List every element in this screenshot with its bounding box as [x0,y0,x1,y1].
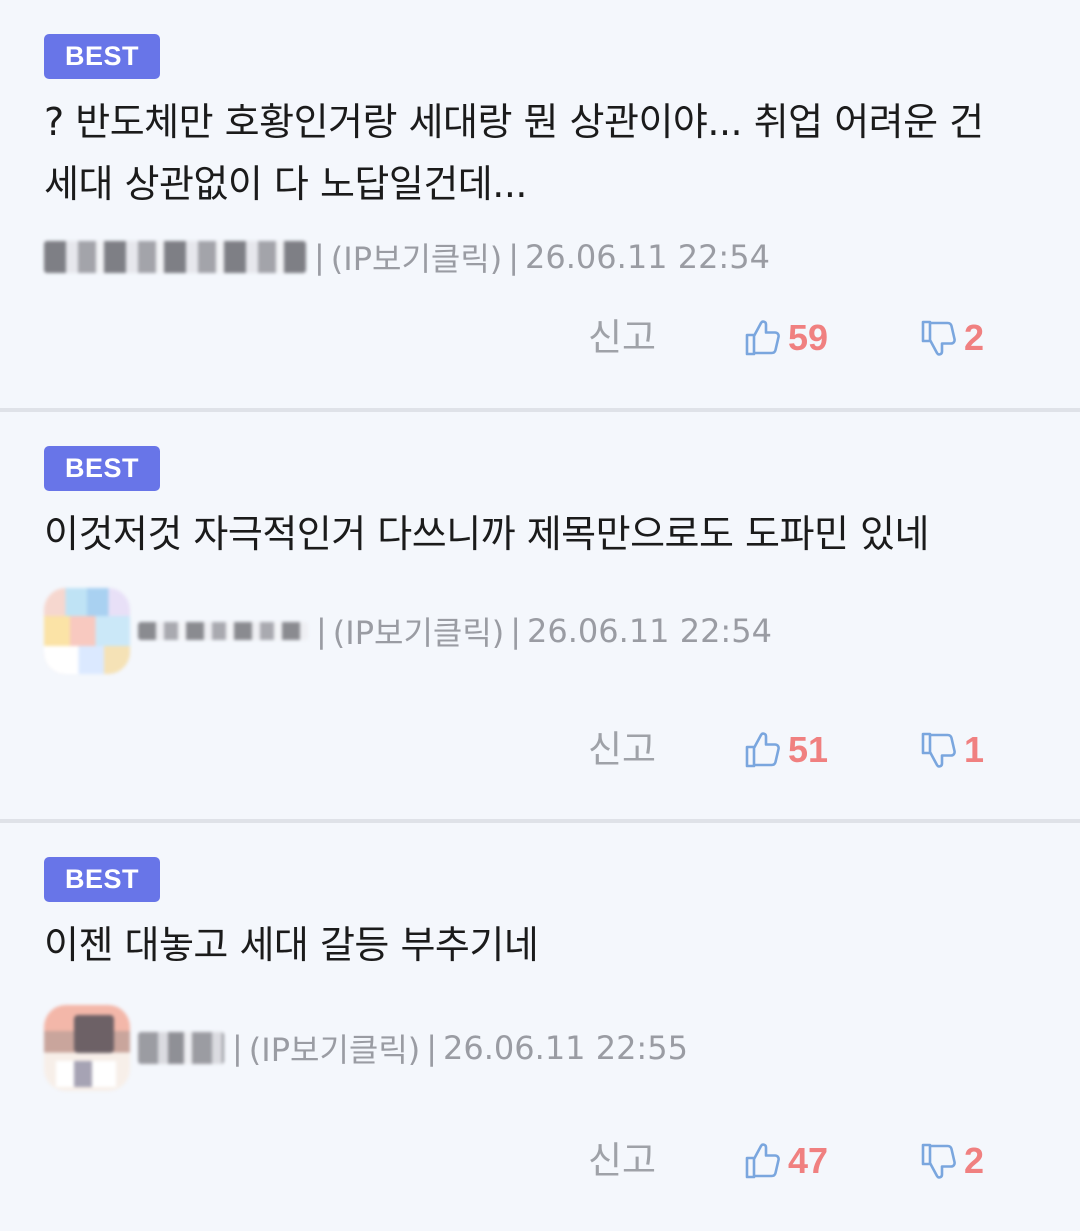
dislike-button[interactable]: 2 [920,312,984,364]
comment-meta: | (IP보기클릭) | 26.06.11 22:54 [44,234,1036,280]
thumbs-up-icon [745,1143,780,1179]
dislike-count: 1 [964,729,985,770]
best-badge: BEST [44,857,161,902]
avatar[interactable] [44,1005,130,1091]
meta-separator: | [232,1029,243,1067]
comment-timestamp: 26.06.11 22:55 [443,1029,688,1067]
nickname-blurred[interactable] [44,241,306,273]
avatar[interactable] [44,588,130,674]
thumbs-down-icon [921,732,956,768]
comment-item: BEST 이것저것 자극적인거 다쓰니까 제목만으로도 도파민 있네 | (IP… [0,412,1080,819]
comment-text: 이것저것 자극적인거 다쓰니까 제목만으로도 도파민 있네 [44,512,929,556]
dislike-button[interactable]: 2 [920,1135,984,1187]
dislike-count: 2 [964,317,985,358]
meta-separator: | [314,238,325,276]
ip-view-link[interactable]: (IP보기클릭) [331,234,502,280]
nickname-blurred[interactable] [138,1032,224,1064]
comment-meta: | (IP보기클릭) | 26.06.11 22:54 [44,587,1036,675]
report-button[interactable]: 신고 [588,1137,656,1185]
thumbs-up-icon [745,320,780,356]
comment-list: BEST ? 반도체만 호황인거랑 세대랑 뭔 상관이야... 취업 어려운 건… [0,0,1080,1223]
comment-actions: 신고 47 2 [0,1131,1080,1191]
comment-text: ? 반도체만 호황인거랑 세대랑 뭔 상관이야... 취업 어려운 건 세대 상… [44,100,984,206]
thumbs-down-icon [921,1143,956,1179]
thumbs-down-icon [921,320,956,356]
report-button[interactable]: 신고 [588,726,656,774]
comment-item: BEST ? 반도체만 호황인거랑 세대랑 뭔 상관이야... 취업 어려운 건… [0,0,1080,408]
like-button[interactable]: 47 [744,1135,828,1187]
meta-separator: | [316,612,327,650]
dislike-button[interactable]: 1 [920,724,984,776]
dislike-count: 2 [964,1140,985,1181]
meta-separator: | [426,1029,438,1067]
ip-view-link[interactable]: (IP보기클릭) [249,1025,420,1071]
meta-separator: | [510,612,522,650]
comment-timestamp: 26.06.11 22:54 [525,238,770,276]
thumbs-up-icon [745,732,780,768]
comment-timestamp: 26.06.11 22:54 [527,612,772,650]
like-button[interactable]: 51 [744,724,828,776]
like-count: 59 [788,317,829,358]
report-button[interactable]: 신고 [588,314,656,362]
best-badge: BEST [44,34,161,79]
comment-actions: 신고 51 1 [0,720,1080,780]
comment-item: BEST 이젠 대놓고 세대 갈등 부추기네 | (IP보기클릭) | 26.0… [0,823,1080,1231]
meta-separator: | [508,238,520,276]
ip-view-link[interactable]: (IP보기클릭) [333,608,504,654]
best-badge: BEST [44,446,161,491]
nickname-blurred[interactable] [138,622,308,640]
like-count: 47 [788,1140,829,1181]
like-button[interactable]: 59 [744,312,828,364]
comment-meta: | (IP보기클릭) | 26.06.11 22:55 [44,1004,1036,1092]
like-count: 51 [788,729,829,770]
comment-actions: 신고 59 2 [0,308,1080,368]
comment-text: 이젠 대놓고 세대 갈등 부추기네 [44,923,539,967]
